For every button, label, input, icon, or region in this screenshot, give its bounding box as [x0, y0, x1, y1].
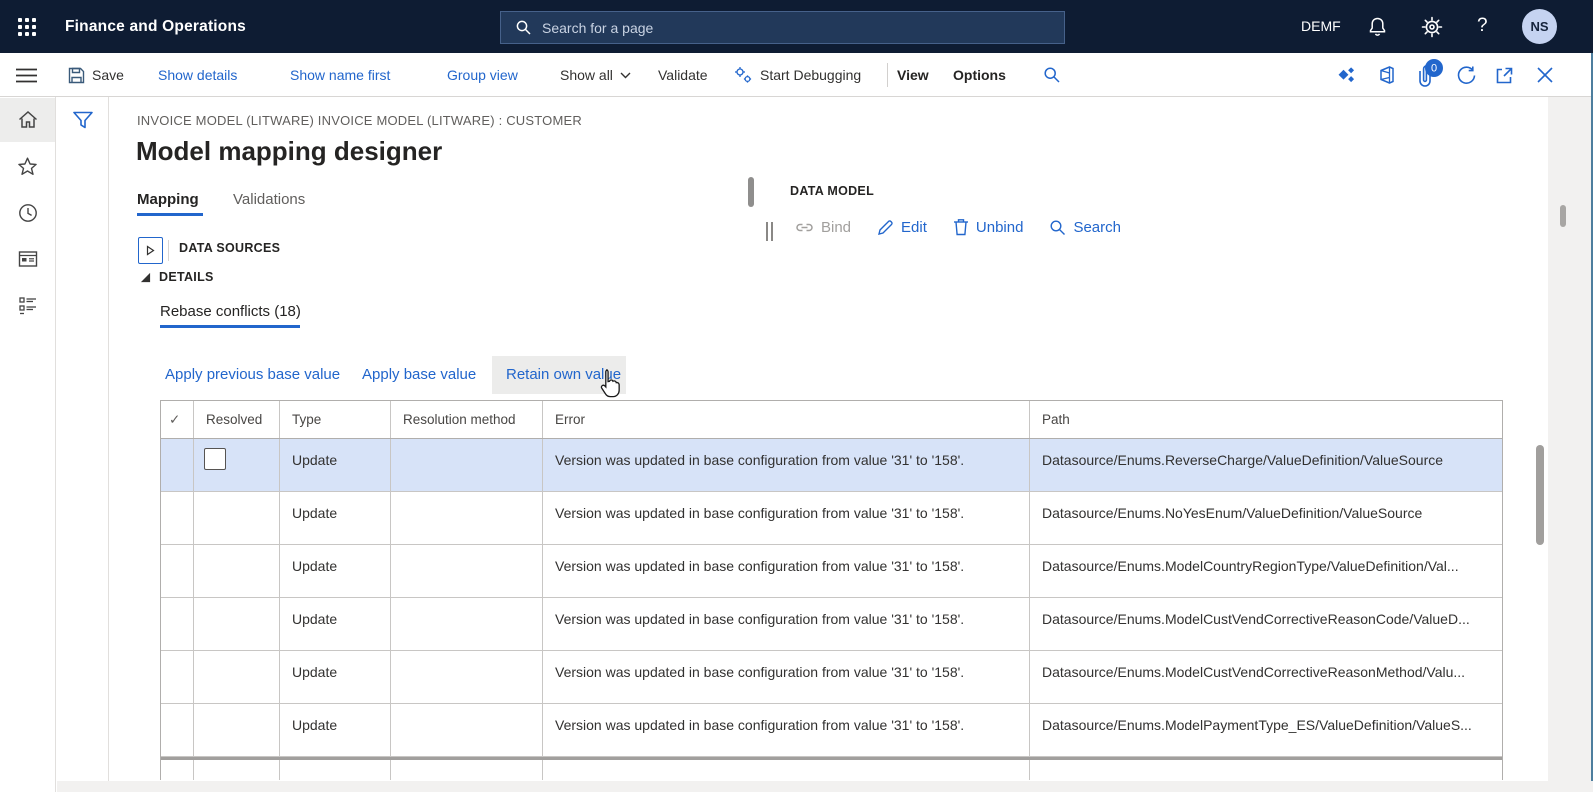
refresh-icon[interactable]: [1456, 53, 1477, 97]
table-row[interactable]: Update Version was updated in base confi…: [161, 704, 1502, 757]
collapse-triangle-icon[interactable]: [140, 272, 151, 283]
right-gutter: [1548, 97, 1593, 792]
table-row[interactable]: Update Version was updated in base confi…: [161, 651, 1502, 704]
tab-rebase-conflicts[interactable]: Rebase conflicts (18): [160, 303, 301, 320]
home-icon: [16, 108, 40, 132]
resolution-method-column-header[interactable]: Resolution method: [391, 401, 543, 438]
apply-base-value-button[interactable]: Apply base value: [362, 366, 476, 383]
pencil-icon: [877, 219, 894, 236]
mouse-cursor: [596, 368, 623, 399]
chevron-down-icon: [620, 72, 631, 79]
grid-header-row: ✓ Resolved Type Resolution method Error …: [161, 401, 1502, 439]
company-picker[interactable]: DEMF: [1301, 18, 1341, 34]
filter-rail-divider: [108, 97, 109, 781]
action-bar-divider: [887, 63, 888, 87]
splitter-handle[interactable]: [748, 177, 754, 207]
resolved-column-header[interactable]: Resolved: [194, 401, 280, 438]
unbind-button[interactable]: Unbind: [953, 218, 1024, 236]
top-navigation-bar: Finance and Operations Search for a page…: [0, 0, 1593, 53]
save-button[interactable]: Save: [68, 53, 124, 97]
show-details-button[interactable]: Show details: [158, 53, 237, 97]
edit-button[interactable]: Edit: [877, 219, 927, 236]
svg-text:0: 0: [1431, 63, 1437, 75]
validate-button[interactable]: Validate: [658, 53, 708, 97]
star-icon: [15, 155, 40, 179]
grid-partial-row: [161, 760, 1502, 780]
expand-triangle-icon: [146, 245, 155, 256]
sidebar-item-modules[interactable]: [0, 284, 55, 328]
resolved-checkbox[interactable]: [204, 448, 226, 470]
app-title[interactable]: Finance and Operations: [65, 0, 246, 53]
hamburger-menu-icon[interactable]: [16, 53, 37, 97]
popout-icon[interactable]: [1494, 53, 1515, 97]
sidebar-item-workspaces[interactable]: [0, 237, 55, 281]
details-header: DETAILS: [159, 270, 214, 284]
type-column-header[interactable]: Type: [280, 401, 391, 438]
clock-icon: [16, 201, 40, 225]
options-menu[interactable]: Options: [953, 53, 1006, 97]
form-window-icon: [16, 247, 40, 271]
action-pane: Save Show details Show name first Group …: [0, 53, 1593, 97]
breadcrumb: INVOICE MODEL (LITWARE) INVOICE MODEL (L…: [137, 113, 582, 128]
view-menu[interactable]: View: [897, 53, 929, 97]
tab-validations[interactable]: Validations: [233, 191, 305, 208]
select-all-column-header[interactable]: ✓: [161, 401, 194, 438]
checklist-icon: [16, 294, 40, 318]
expander-divider: [168, 240, 169, 261]
save-icon: [68, 67, 85, 84]
data-sources-expander[interactable]: [138, 237, 163, 264]
show-name-first-button[interactable]: Show name first: [290, 53, 390, 97]
filter-icon[interactable]: [72, 110, 94, 131]
conflicts-grid: ✓ Resolved Type Resolution method Error …: [160, 400, 1503, 780]
rebase-tab-underline: [160, 325, 300, 328]
data-model-header: DATA MODEL: [790, 184, 874, 198]
table-row[interactable]: Update Version was updated in base confi…: [161, 492, 1502, 545]
path-column-header[interactable]: Path: [1030, 401, 1502, 438]
bottom-gutter: [57, 781, 1593, 792]
table-row[interactable]: Update Version was updated in base confi…: [161, 545, 1502, 598]
table-row[interactable]: Update Version was updated in base confi…: [161, 439, 1502, 492]
table-row[interactable]: Update Version was updated in base confi…: [161, 598, 1502, 651]
avatar[interactable]: NS: [1522, 9, 1557, 44]
gear-icon[interactable]: [1421, 16, 1443, 38]
grid-scrollbar-thumb[interactable]: [1536, 445, 1544, 545]
page-title: Model mapping designer: [136, 136, 442, 167]
search-icon: [515, 19, 532, 36]
trash-icon: [953, 218, 969, 236]
apply-previous-base-value-button[interactable]: Apply previous base value: [165, 366, 340, 383]
sidebar-item-favorites[interactable]: [0, 145, 55, 189]
page-scrollbar-thumb[interactable]: [1560, 205, 1566, 227]
tab-mapping[interactable]: Mapping: [137, 191, 199, 208]
group-view-button[interactable]: Group view: [447, 53, 518, 97]
page-search-placeholder: Search for a page: [542, 20, 653, 36]
tab-mapping-underline: [137, 213, 203, 216]
app-window: Finance and Operations Search for a page…: [0, 0, 1593, 792]
conflict-rows: Update Version was updated in base confi…: [161, 439, 1502, 757]
search-icon: [1049, 219, 1066, 236]
waffle-icon[interactable]: [16, 16, 38, 38]
link-icon: [795, 221, 814, 234]
show-all-dropdown[interactable]: Show all: [560, 53, 631, 97]
close-icon[interactable]: [1536, 53, 1554, 97]
sidebar-item-home[interactable]: [0, 98, 55, 142]
toolbar-drag-handle[interactable]: [766, 222, 773, 241]
bind-button[interactable]: Bind: [795, 219, 851, 236]
search-button[interactable]: Search: [1049, 219, 1121, 236]
power-apps-icon[interactable]: [1337, 53, 1355, 97]
debug-gears-icon: [734, 66, 753, 84]
bell-icon[interactable]: [1367, 16, 1388, 38]
sidebar-item-recent[interactable]: [0, 191, 55, 235]
office-apps-icon[interactable]: [1377, 53, 1396, 97]
action-search-icon[interactable]: [1043, 53, 1061, 97]
start-debugging-button[interactable]: Start Debugging: [734, 53, 861, 97]
help-icon[interactable]: ?: [1477, 15, 1488, 37]
error-column-header[interactable]: Error: [543, 401, 1030, 438]
page-search-box[interactable]: Search for a page: [500, 11, 1065, 44]
nav-sidebar: [0, 97, 56, 792]
attachments-button[interactable]: 0: [1412, 53, 1446, 97]
data-model-toolbar: Bind Edit Unbind Search: [795, 218, 1121, 236]
data-sources-header: DATA SOURCES: [179, 241, 280, 255]
